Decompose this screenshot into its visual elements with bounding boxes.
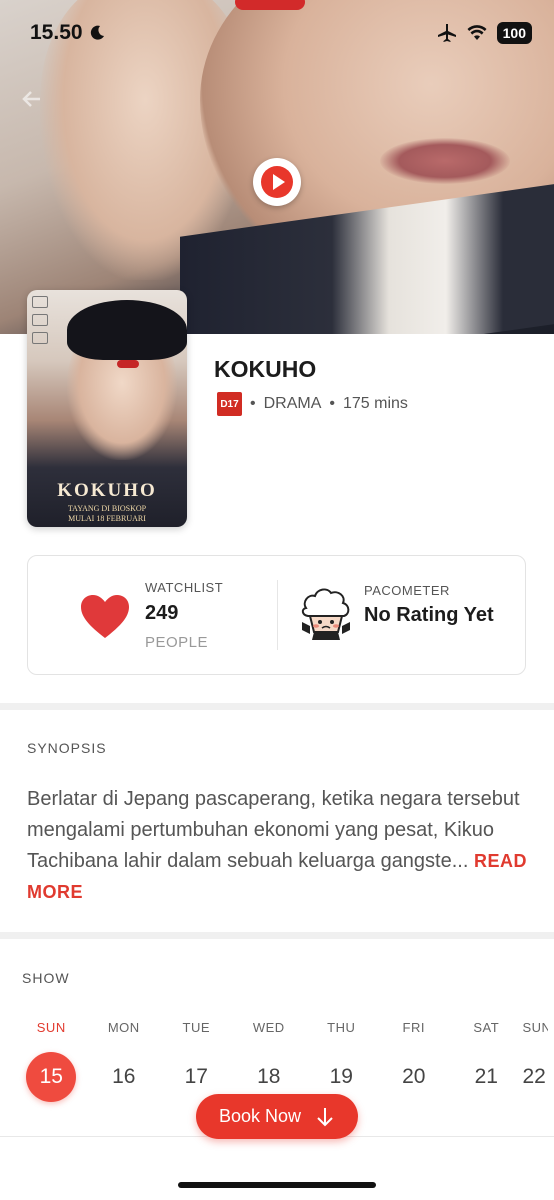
poster-title: KOKUHO xyxy=(57,480,157,501)
stats-divider xyxy=(277,580,278,650)
watchlist-unit: PEOPLE xyxy=(145,634,209,651)
date-item[interactable]: SAT 21 xyxy=(450,1020,523,1102)
date-item[interactable]: FRI 20 xyxy=(378,1020,451,1102)
day-name: WED xyxy=(252,1020,285,1035)
poster-red-paint xyxy=(117,360,139,368)
day-number: 21 xyxy=(474,1065,498,1088)
date-item[interactable]: WED 18 xyxy=(233,1020,306,1102)
movie-title: KOKUHO xyxy=(214,356,317,382)
movie-genre: DRAMA xyxy=(263,395,322,412)
heart-icon xyxy=(81,595,129,638)
backdrop-lips xyxy=(380,138,510,184)
day-name: TUE xyxy=(182,1020,210,1035)
battery-indicator: 100 xyxy=(496,22,532,44)
day-number: 20 xyxy=(402,1065,426,1088)
pacometer-mascot xyxy=(298,586,354,649)
back-button[interactable] xyxy=(18,84,48,114)
day-name: SUN xyxy=(36,1020,66,1035)
watchlist-label: WATCHLIST xyxy=(145,580,224,595)
poster-hair xyxy=(67,300,187,360)
poster-badge xyxy=(32,332,48,344)
date-item[interactable]: SUN 22 xyxy=(523,1020,548,1102)
status-time-text: 15.50 xyxy=(30,21,83,44)
pacometer-label: PACOMETER xyxy=(364,583,450,598)
day-name: SAT xyxy=(473,1020,500,1035)
date-item-active[interactable]: SUN 15 xyxy=(15,1020,88,1102)
poster-festival-badges xyxy=(32,296,48,344)
date-item[interactable]: MON 16 xyxy=(88,1020,161,1102)
show-label: SHOW xyxy=(22,970,70,986)
day-name: FRI xyxy=(402,1020,425,1035)
pacometer-value: No Rating Yet xyxy=(364,604,494,626)
section-divider xyxy=(0,932,554,939)
date-item[interactable]: THU 19 xyxy=(305,1020,378,1102)
moon-icon xyxy=(90,25,104,40)
home-indicator xyxy=(178,1182,376,1188)
section-divider xyxy=(0,703,554,710)
play-trailer-button[interactable] xyxy=(253,158,301,206)
wifi-icon xyxy=(467,25,487,40)
watchlist-count: 249 xyxy=(145,602,179,624)
book-now-button[interactable]: Book Now xyxy=(196,1094,358,1139)
day-name: MON xyxy=(107,1020,140,1035)
poster-subtitle-line1: TAYANG DI BIOSKOP xyxy=(67,504,147,513)
popcorn-mascot-icon xyxy=(301,588,350,640)
book-now-label: Book Now xyxy=(218,1106,302,1126)
poster-badge xyxy=(32,314,48,326)
status-icons: 100 xyxy=(437,22,532,44)
day-number: 16 xyxy=(112,1065,136,1088)
day-number: 15 xyxy=(26,1052,77,1102)
watchlist-button[interactable] xyxy=(80,594,130,645)
movie-poster: KOKUHO TAYANG DI BIOSKOP MULAI 18 FEBRUA… xyxy=(27,290,187,527)
day-name: THU xyxy=(327,1020,356,1035)
airplane-icon xyxy=(437,24,456,42)
poster-subtitle: TAYANG DI BIOSKOP MULAI 18 FEBRUARI xyxy=(27,504,187,524)
poster-badge xyxy=(32,296,48,308)
stats-card: WATCHLIST 249 PEOPLE PACOMETER No Rating… xyxy=(27,555,526,675)
movie-meta: D17 • DRAMA • 175 mins xyxy=(217,392,408,416)
arrow-down-icon xyxy=(317,1107,333,1126)
synopsis-text: Berlatar di Jepang pascaperang, ketika n… xyxy=(27,784,527,908)
meta-separator: • xyxy=(250,395,256,412)
date-item[interactable]: TUE 17 xyxy=(160,1020,233,1102)
arrow-left-icon xyxy=(22,91,40,107)
poster-subtitle-line2: MULAI 18 FEBRUARI xyxy=(68,514,146,523)
play-icon xyxy=(261,166,293,198)
movie-duration: 175 mins xyxy=(343,395,408,412)
status-bar: 15.50 100 xyxy=(0,0,554,66)
synopsis-body: Berlatar di Jepang pascaperang, ketika n… xyxy=(27,788,520,872)
day-name: SUN xyxy=(522,1020,548,1035)
age-rating-badge: D17 xyxy=(217,392,242,416)
day-number: 22 xyxy=(522,1065,546,1088)
meta-separator: • xyxy=(329,395,335,412)
date-selector: SUN 15 MON 16 TUE 17 WED 18 THU 19 FRI 2… xyxy=(15,1020,554,1102)
status-time: 15.50 xyxy=(30,21,105,45)
synopsis-label: SYNOPSIS xyxy=(27,740,107,756)
